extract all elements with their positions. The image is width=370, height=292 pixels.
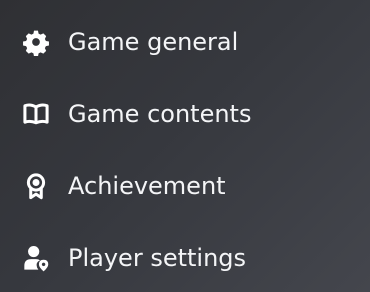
menu-item-label: Game contents (68, 100, 252, 128)
menu-item-game-contents[interactable]: Game contents (0, 90, 370, 140)
menu-item-label: Player settings (68, 244, 247, 272)
menu-item-game-general[interactable]: Game general (0, 18, 370, 68)
user-location-icon (22, 244, 50, 272)
menu-item-player-settings[interactable]: Player settings (0, 234, 370, 284)
menu-item-label: Achievement (68, 172, 226, 200)
award-medal-icon (22, 172, 50, 200)
menu-item-achievement[interactable]: Achievement (0, 162, 370, 212)
book-open-icon (22, 100, 50, 128)
gear-icon (22, 28, 50, 56)
menu-item-label: Game general (68, 28, 239, 56)
settings-menu: Game general Game contents Achievement P… (0, 0, 370, 292)
